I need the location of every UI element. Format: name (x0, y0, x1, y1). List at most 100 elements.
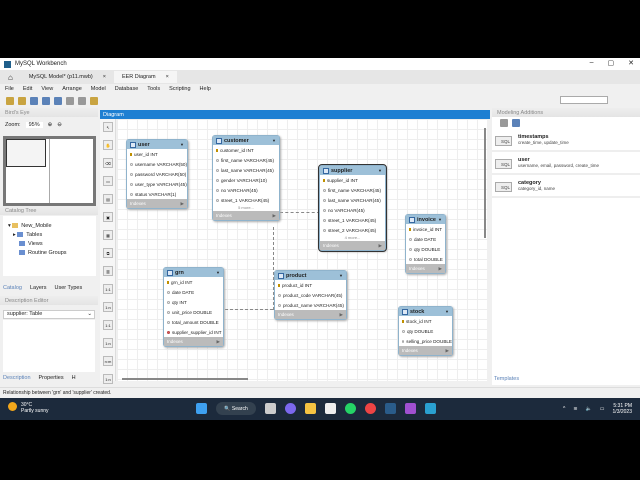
column-row[interactable]: last_name VARCHAR(45) (213, 165, 279, 175)
tab-eer-diagram[interactable]: EER Diagram × (113, 71, 177, 83)
battery-icon[interactable]: ▭ (600, 406, 605, 412)
table-supplier[interactable]: supplier ▼ supplier_id INT first_name VARCH… (318, 164, 387, 252)
column-row[interactable]: user_id INT (127, 149, 187, 159)
column-row[interactable]: no VARCHAR(45) (320, 205, 385, 215)
table-header[interactable]: stock ▼ (399, 307, 452, 316)
menu-view[interactable]: View (41, 86, 53, 92)
photos-icon[interactable] (425, 403, 436, 414)
menu-scripting[interactable]: Scripting (169, 86, 190, 92)
relation-1-1-icon[interactable]: 1:1 (103, 284, 113, 294)
column-row[interactable]: status VARCHAR(1) (127, 189, 187, 199)
file-explorer-icon[interactable] (305, 403, 316, 414)
close-icon[interactable]: × (166, 74, 169, 80)
object-select[interactable]: supplier: Table ⌄ (3, 310, 95, 319)
open-folder-icon[interactable] (18, 96, 26, 105)
column-row[interactable]: username VARCHAR(50) (127, 159, 187, 169)
table-header[interactable]: invoice ▼ (406, 215, 445, 224)
column-row[interactable]: street_1 VARCHAR(45) (320, 215, 385, 225)
column-row[interactable]: supplier_supplier_id INT (164, 327, 223, 337)
minimize-button[interactable]: – (590, 59, 594, 67)
relation-1-1-id-icon[interactable]: 1:1 (103, 320, 113, 330)
column-row[interactable]: street_1 VARCHAR(45) (213, 195, 279, 205)
template-category[interactable]: SQL category category_id, name (492, 175, 640, 198)
column-row[interactable]: grn_id INT (164, 277, 223, 287)
column-row[interactable]: first_name VARCHAR(45) (320, 185, 385, 195)
zoom-out-icon[interactable]: ⊖ (57, 122, 62, 128)
template-timestamps[interactable]: SQL timestamps create_time, update_time (492, 129, 640, 152)
templates-edit-icon[interactable] (500, 119, 508, 127)
menu-database[interactable]: Database (115, 86, 139, 92)
task-view-icon[interactable] (265, 403, 276, 414)
table-tool-icon[interactable]: ▦ (103, 230, 113, 240)
chevron-up-icon[interactable]: ^ (563, 406, 565, 412)
table-user[interactable]: user ▼ user_id INT username VARCHAR(50) pass… (126, 139, 188, 209)
close-button[interactable]: ✕ (628, 59, 634, 67)
relation-existing-icon[interactable]: 1:n (103, 374, 113, 384)
table-grn[interactable]: grn ▼ grn_id INT date DATE qty INT unit_price… (163, 267, 224, 347)
whatsapp-icon[interactable] (345, 403, 356, 414)
collapse-icon[interactable]: ▼ (216, 270, 220, 275)
store-icon[interactable] (325, 403, 336, 414)
column-row[interactable]: qty INT (164, 297, 223, 307)
relationship-grn-supplier[interactable] (225, 309, 273, 310)
redo-icon[interactable] (54, 96, 62, 105)
birds-eye-view[interactable] (3, 136, 96, 206)
relation-1-n-id-icon[interactable]: 1:n (103, 338, 113, 348)
tree-item-routine-groups[interactable]: Routine Groups (8, 249, 91, 258)
column-row[interactable]: date DATE (164, 287, 223, 297)
indexes-section[interactable]: Indexes ▶ (399, 346, 452, 355)
column-row[interactable]: invoice_id INT (406, 224, 445, 234)
mysql-workbench-icon[interactable] (385, 403, 396, 414)
menu-help[interactable]: Help (200, 86, 211, 92)
description-textarea[interactable] (3, 320, 95, 372)
table-header[interactable]: supplier ▼ (320, 166, 385, 175)
table-stock[interactable]: stock ▼ stock_id INT qty DOUBLE selling_pric… (398, 306, 453, 356)
column-row[interactable]: no VARCHAR(45) (213, 185, 279, 195)
column-row[interactable]: date DATE (406, 234, 445, 244)
maximize-button[interactable]: ▢ (608, 59, 615, 67)
column-row[interactable]: customer_id INT (213, 145, 279, 155)
table-header[interactable]: product ▼ (275, 271, 346, 280)
column-row[interactable]: product_name VARCHAR(45) (275, 300, 346, 310)
column-row[interactable]: qty DOUBLE (406, 244, 445, 254)
collapse-icon[interactable]: ▼ (272, 138, 276, 143)
tree-item-root[interactable]: ▾ New_Mobile (8, 222, 91, 231)
table-header[interactable]: user ▼ (127, 140, 187, 149)
collapse-icon[interactable]: ▼ (378, 168, 382, 173)
clock[interactable]: 5:31 PM 1/3/2023 (613, 403, 632, 415)
tab-model[interactable]: MySQL Model* (p11.mwb) × (21, 71, 114, 83)
tab-catalog[interactable]: Catalog (3, 285, 22, 291)
toggle-grid-icon[interactable] (66, 96, 74, 105)
video-app-icon[interactable] (405, 403, 416, 414)
column-row[interactable]: total_amount DOUBLE (164, 317, 223, 327)
column-row[interactable]: last_name VARCHAR(45) (320, 195, 385, 205)
diagram-canvas[interactable]: user ▼ user_id INT username VARCHAR(50) pass… (117, 119, 487, 381)
indexes-section[interactable]: Indexes ▶ (213, 211, 279, 220)
menu-arrange[interactable]: Arrange (62, 86, 82, 92)
relationship-customer-supplier[interactable] (280, 212, 320, 213)
tab-history[interactable]: H (72, 375, 76, 381)
search-button[interactable]: 🔍 Search (216, 402, 256, 415)
column-row[interactable]: selling_price DOUBLE (399, 336, 452, 346)
tab-description[interactable]: Description (3, 375, 31, 381)
indexes-section[interactable]: Indexes ▶ (275, 310, 346, 319)
home-tab[interactable]: ⌂ (0, 71, 21, 83)
zoom-in-icon[interactable]: ⊕ (48, 122, 53, 128)
column-row[interactable]: qty DOUBLE (399, 326, 452, 336)
chrome-icon[interactable] (365, 403, 376, 414)
zoom-select[interactable]: 95% (25, 122, 43, 128)
table-header[interactable]: grn ▼ (164, 268, 223, 277)
close-icon[interactable]: × (103, 74, 106, 80)
horizontal-scrollbar[interactable] (122, 378, 248, 380)
templates-new-icon[interactable] (512, 119, 520, 127)
view-tool-icon[interactable]: ⧉ (103, 248, 113, 258)
image-tool-icon[interactable]: ▣ (103, 212, 113, 222)
column-row[interactable]: product_id INT (275, 280, 346, 290)
collapse-icon[interactable]: ▼ (438, 217, 442, 222)
volume-icon[interactable]: 🔈 (586, 406, 592, 412)
routine-tool-icon[interactable]: ▥ (103, 266, 113, 276)
column-row[interactable]: first_name VARCHAR(45) (213, 155, 279, 165)
note-tool-icon[interactable]: ▤ (103, 194, 113, 204)
vertical-scrollbar[interactable] (484, 128, 486, 238)
tab-templates[interactable]: Templates (494, 376, 519, 382)
